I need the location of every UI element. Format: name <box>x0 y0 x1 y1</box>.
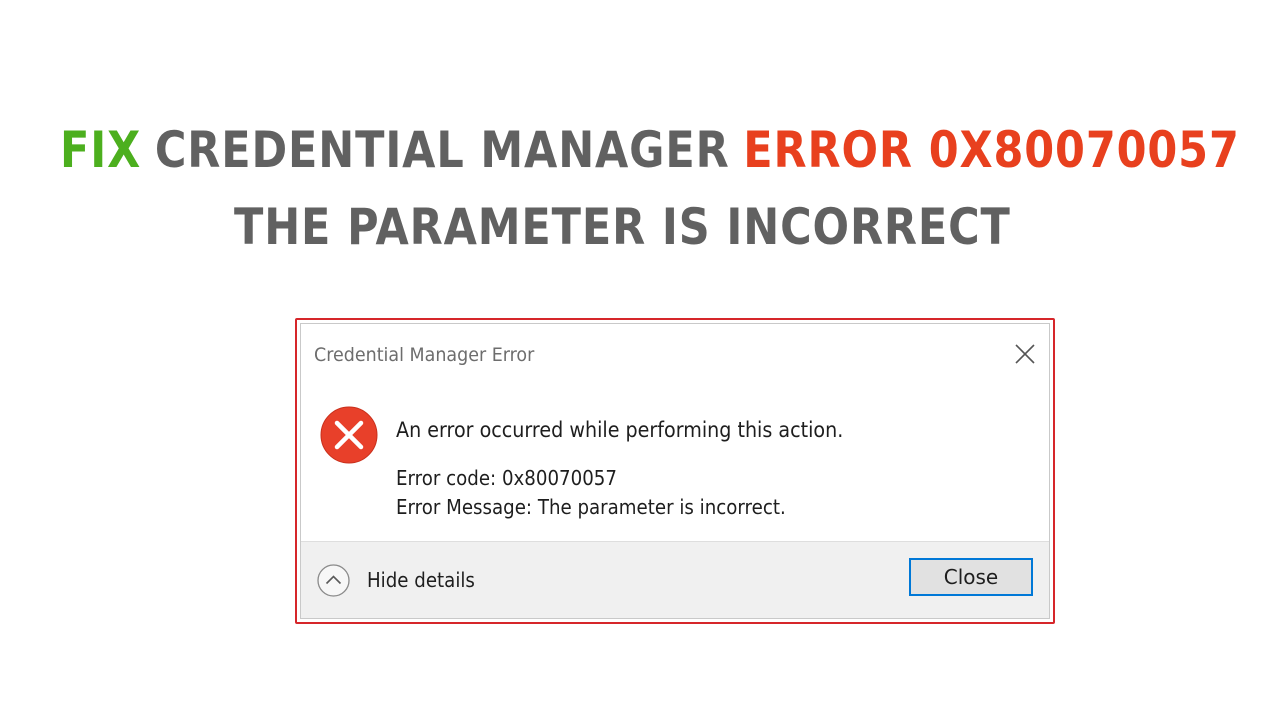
dialog-titlebar: Credential Manager Error <box>301 324 1049 384</box>
main-error-message: An error occurred while performing this … <box>396 418 844 442</box>
error-dialog: Credential Manager Error An error occurr… <box>295 318 1055 624</box>
error-icon <box>319 405 379 465</box>
close-icon[interactable] <box>1013 342 1037 366</box>
headline-error-code: ERROR 0X80070057 <box>743 121 1240 179</box>
dialog-footer: Hide details Close <box>301 541 1049 618</box>
headline-line-1: FIX CREDENTIAL MANAGER ERROR 0X80070057 <box>60 125 1239 175</box>
chevron-up-icon <box>317 563 350 597</box>
dialog-content: An error occurred while performing this … <box>301 384 1049 549</box>
close-button[interactable]: Close <box>909 558 1033 596</box>
error-code-text: Error code: 0x80070057 <box>396 466 617 490</box>
dialog-frame: Credential Manager Error An error occurr… <box>300 323 1050 619</box>
headline-line-2: THE PARAMETER IS INCORRECT <box>234 198 1011 256</box>
error-message-text: Error Message: The parameter is incorrec… <box>396 495 786 519</box>
headline-credential-manager: CREDENTIAL MANAGER <box>154 121 730 179</box>
hide-details-toggle[interactable]: Hide details <box>317 562 486 598</box>
headline-fix: FIX <box>60 121 142 179</box>
hide-details-label: Hide details <box>367 568 475 592</box>
dialog-title: Credential Manager Error <box>314 344 535 366</box>
